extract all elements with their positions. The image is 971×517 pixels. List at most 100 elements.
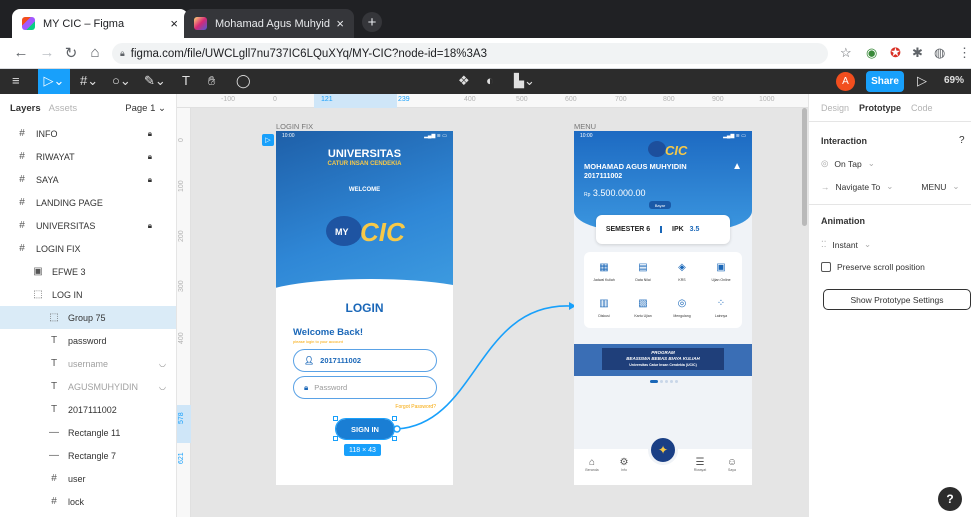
flow-start-icon[interactable]: ▷ — [262, 134, 274, 146]
layer-row[interactable]: # UNIVERSITAS 🔒︎ — [0, 214, 176, 237]
frame-tool-icon[interactable]: #⌄ — [80, 73, 98, 89]
layer-row[interactable]: — Rectangle 11 — [0, 421, 176, 444]
notification-icon[interactable]: ▲ — [732, 161, 742, 172]
selection-handle[interactable] — [333, 436, 338, 441]
page-selector[interactable]: Page 1 ⌄ — [125, 103, 166, 114]
profile-icon[interactable]: ◍ — [934, 45, 945, 61]
present-icon[interactable]: ▷ — [917, 73, 927, 89]
preserve-scroll-row[interactable]: Preserve scroll position — [821, 262, 925, 272]
home-icon[interactable]: ⌂ — [86, 44, 104, 61]
menu-grid-item[interactable]: ⁘ Lainnya — [703, 296, 739, 318]
move-tool-icon[interactable]: ▷⌄ — [38, 69, 70, 94]
layer-row[interactable]: # SAYA 🔒︎ — [0, 168, 176, 191]
carousel-dot-active[interactable] — [650, 380, 658, 383]
menu-grid-item[interactable]: ▤ Data Nilai — [625, 260, 661, 282]
more-vert-icon[interactable]: ⋮ — [958, 45, 971, 61]
layer-row[interactable]: — Rectangle 7 — [0, 444, 176, 467]
hand-tool-icon[interactable]: ✋︎ — [208, 73, 215, 89]
animation-select[interactable]: Instant — [832, 240, 858, 250]
layer-row[interactable]: ⬚ Group 75 — [0, 306, 176, 329]
extension-icon[interactable]: ◉ — [866, 45, 877, 61]
carousel-dot[interactable] — [665, 380, 668, 383]
selection-handle[interactable] — [333, 416, 338, 421]
address-bar[interactable]: 🔒︎ figma.com/file/UWCLgll7nu737IC6LQuXYq… — [112, 43, 828, 64]
animation-row[interactable]: ⁚⁚ Instant ⌄ — [821, 239, 871, 250]
layer-row[interactable]: # lock — [0, 490, 176, 513]
show-prototype-settings-button[interactable]: Show Prototype Settings — [823, 289, 971, 310]
lock-icon[interactable]: 🔒︎ — [148, 221, 152, 231]
menu-frame[interactable]: 10:00 ▂▄▆ ≋ ▭ CIC MOHAMAD AGUS MUHYIDIN … — [574, 131, 752, 485]
star-icon[interactable]: ☆ — [840, 45, 852, 61]
pen-tool-icon[interactable]: ✎⌄ — [144, 73, 166, 89]
layer-row[interactable]: Tusername ◡ — [0, 352, 176, 375]
pay-button[interactable]: Bayar — [649, 201, 671, 209]
back-icon[interactable]: ← — [12, 44, 30, 61]
university-emblem-icon[interactable]: ✦ — [648, 435, 678, 465]
shape-tool-icon[interactable]: ○⌄ — [112, 73, 131, 89]
comment-tool-icon[interactable]: ◯ — [236, 73, 251, 89]
tab-design[interactable]: Design — [821, 103, 849, 113]
layer-row[interactable]: ▣ EFWE 3 — [0, 260, 176, 283]
menu-grid-item[interactable]: ▧ Kartu Ujian — [625, 296, 661, 318]
layer-row[interactable]: # RIWAYAT 🔒︎ — [0, 145, 176, 168]
lock-icon[interactable]: 🔒︎ — [148, 129, 152, 139]
layer-row[interactable]: # LANDING PAGE — [0, 191, 176, 214]
share-button[interactable]: Share — [866, 71, 904, 92]
canvas[interactable]: -100 0 121 239 400 500 600 700 800 900 1… — [177, 94, 808, 517]
menu-grid-item[interactable]: ▣ Ujian Online — [703, 260, 739, 282]
help-circle-icon[interactable]: ? — [959, 135, 965, 146]
layer-row[interactable]: Tpassword — [0, 329, 176, 352]
selection-handle[interactable] — [392, 416, 397, 421]
main-menu-icon[interactable]: ≡ — [12, 73, 20, 88]
layer-row[interactable]: # user — [0, 467, 176, 490]
nav-info[interactable]: ⚙ Info — [610, 457, 638, 472]
password-field[interactable]: 🔒︎ Password — [293, 376, 437, 399]
hidden-eye-icon[interactable]: ◡ — [159, 382, 166, 391]
action-select[interactable]: Navigate To — [836, 182, 881, 192]
mask-icon[interactable]: ◐ — [486, 73, 494, 88]
puzzle-icon[interactable]: ✱ — [912, 45, 923, 61]
carousel-dot[interactable] — [660, 380, 663, 383]
username-field[interactable]: 👤︎ 2017111002 — [293, 349, 437, 372]
tab-layers[interactable]: Layers — [10, 103, 41, 114]
scholarship-banner[interactable]: PROGRAM BEASISWA BEBAS BIAYA KULIAH Univ… — [574, 344, 752, 376]
menu-grid-item[interactable]: ◎ Mengulang — [664, 296, 700, 318]
menu-grid-item[interactable]: ▦ Jadwal Kuliah — [586, 260, 622, 282]
browser-tab-instagram[interactable]: Mohamad Agus Muhyidin (@mu × — [184, 9, 354, 38]
hidden-eye-icon[interactable]: ◡ — [159, 359, 166, 368]
zoom-level[interactable]: 69% — [944, 75, 964, 86]
reload-icon[interactable]: ↻ — [62, 44, 80, 62]
layer-row[interactable]: # LOGIN FIX — [0, 237, 176, 260]
tab-code[interactable]: Code — [911, 103, 933, 113]
menu-grid-item[interactable]: ▥ Diskusi — [586, 296, 622, 318]
close-icon[interactable]: × — [336, 16, 344, 31]
component-icon[interactable]: ❖ — [458, 73, 470, 89]
lock-icon[interactable]: 🔒︎ — [148, 152, 152, 162]
extension-icon[interactable]: ✪ — [890, 45, 901, 61]
trigger-select[interactable]: On Tap — [834, 159, 861, 169]
frame-label-login[interactable]: LOGIN FIX — [276, 122, 313, 131]
layer-row[interactable]: T AGUSMUHYIDIN ◡ — [0, 375, 176, 398]
fill-icon[interactable]: ▙⌄ — [514, 73, 535, 89]
canvas-scrollbar[interactable] — [802, 108, 807, 226]
text-tool-icon[interactable]: T — [182, 73, 190, 88]
close-icon[interactable]: × — [170, 16, 178, 31]
menu-grid-item[interactable]: ◈ KRS — [664, 260, 700, 282]
carousel-dot[interactable] — [670, 380, 673, 383]
forgot-password-link[interactable]: Forgot Password? — [395, 404, 436, 410]
signin-button[interactable]: SIGN IN — [335, 418, 395, 440]
destination-select[interactable]: MENU — [921, 182, 946, 192]
login-frame[interactable]: 10:00 ▂▄▆ ≋ ▭ UNIVERSITAS CATUR INSAN CE… — [276, 131, 453, 485]
user-avatar[interactable]: A — [836, 72, 855, 91]
frame-label-menu[interactable]: MENU — [574, 122, 596, 131]
nav-profile[interactable]: ☺ Saya — [718, 457, 746, 472]
action-row[interactable]: → Navigate To ⌄ MENU ⌄ — [821, 181, 960, 192]
layer-row[interactable]: ⬚ LOG IN — [0, 283, 176, 306]
nav-home[interactable]: ⌂ Beranda — [578, 457, 606, 472]
lock-icon[interactable]: 🔒︎ — [148, 175, 152, 185]
carousel-dot[interactable] — [675, 380, 678, 383]
forward-icon[interactable]: → — [38, 44, 56, 61]
tab-prototype[interactable]: Prototype — [859, 103, 901, 113]
tab-assets[interactable]: Assets — [49, 103, 78, 114]
browser-tab-figma[interactable]: MY CIC – Figma × — [12, 9, 188, 38]
